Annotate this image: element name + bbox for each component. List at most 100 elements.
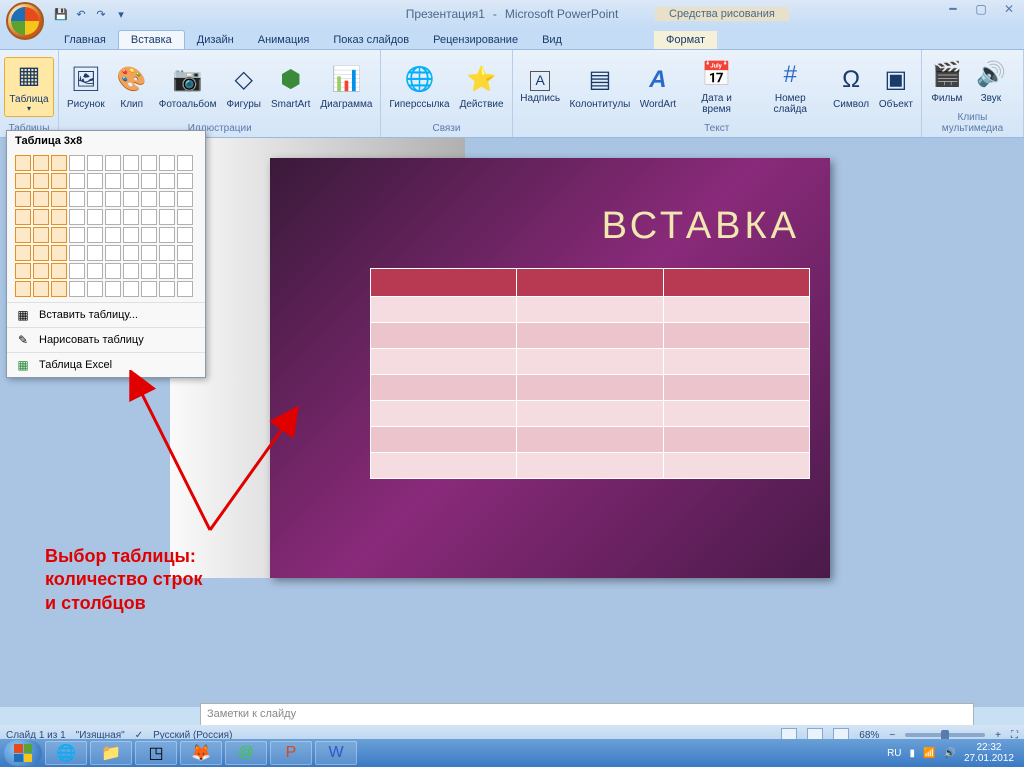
table-grid-cell[interactable] bbox=[159, 227, 175, 243]
excel-table-menuitem[interactable]: ▦Таблица Excel bbox=[7, 352, 205, 377]
tray-clock[interactable]: 22:32 27.01.2012 bbox=[964, 742, 1014, 764]
table-grid-cell[interactable] bbox=[141, 155, 157, 171]
tray-lang[interactable]: RU bbox=[887, 748, 901, 759]
table-grid-cell[interactable] bbox=[105, 209, 121, 225]
table-grid-cell[interactable] bbox=[51, 155, 67, 171]
close-button[interactable]: ✕ bbox=[998, 2, 1020, 18]
table-grid-cell[interactable] bbox=[177, 191, 193, 207]
tab-view[interactable]: Вид bbox=[530, 31, 574, 49]
object-button[interactable]: ▣Объект bbox=[875, 63, 917, 112]
start-button[interactable] bbox=[4, 740, 42, 766]
table-grid-cell[interactable] bbox=[123, 227, 139, 243]
table-grid-cell[interactable] bbox=[51, 281, 67, 297]
table-grid-cell[interactable] bbox=[51, 173, 67, 189]
office-button[interactable] bbox=[6, 2, 44, 40]
table-grid-cell[interactable] bbox=[69, 281, 85, 297]
table-grid-cell[interactable] bbox=[159, 155, 175, 171]
table-grid-cell[interactable] bbox=[87, 281, 103, 297]
table-grid-cell[interactable] bbox=[141, 263, 157, 279]
table-grid-cell[interactable] bbox=[69, 209, 85, 225]
table-grid-cell[interactable] bbox=[159, 281, 175, 297]
table-grid-cell[interactable] bbox=[33, 281, 49, 297]
table-grid-cell[interactable] bbox=[105, 245, 121, 261]
table-grid-cell[interactable] bbox=[87, 263, 103, 279]
table-grid-cell[interactable] bbox=[51, 191, 67, 207]
table-grid-cell[interactable] bbox=[33, 245, 49, 261]
table-grid-cell[interactable] bbox=[123, 173, 139, 189]
table-grid-cell[interactable] bbox=[69, 227, 85, 243]
table-grid-cell[interactable] bbox=[105, 191, 121, 207]
table-grid-cell[interactable] bbox=[15, 227, 31, 243]
hyperlink-button[interactable]: 🌐Гиперссылка bbox=[385, 63, 453, 112]
datetime-button[interactable]: 📅Дата и время bbox=[682, 57, 751, 117]
table-grid-cell[interactable] bbox=[141, 245, 157, 261]
action-button[interactable]: ⭐Действие bbox=[456, 63, 508, 112]
table-grid-cell[interactable] bbox=[105, 281, 121, 297]
table-grid-cell[interactable] bbox=[15, 245, 31, 261]
draw-table-menuitem[interactable]: ✎Нарисовать таблицу bbox=[7, 327, 205, 352]
table-grid-cell[interactable] bbox=[51, 209, 67, 225]
table-grid-cell[interactable] bbox=[33, 191, 49, 207]
taskbar-word[interactable]: W bbox=[315, 741, 357, 765]
table-grid-cell[interactable] bbox=[159, 209, 175, 225]
table-button[interactable]: ▦ Таблица▾ bbox=[4, 57, 54, 117]
table-grid-cell[interactable] bbox=[15, 155, 31, 171]
table-grid-cell[interactable] bbox=[123, 245, 139, 261]
photoalbum-button[interactable]: 📷Фотоальбом bbox=[155, 63, 221, 112]
table-grid-cell[interactable] bbox=[33, 173, 49, 189]
table-grid-cell[interactable] bbox=[141, 209, 157, 225]
table-grid-cell[interactable] bbox=[105, 155, 121, 171]
table-grid-cell[interactable] bbox=[105, 263, 121, 279]
table-size-grid[interactable] bbox=[7, 151, 205, 302]
table-grid-cell[interactable] bbox=[177, 155, 193, 171]
table-grid-cell[interactable] bbox=[33, 263, 49, 279]
save-icon[interactable]: 💾 bbox=[52, 5, 70, 23]
clip-button[interactable]: 🎨Клип bbox=[111, 63, 153, 112]
table-grid-cell[interactable] bbox=[177, 173, 193, 189]
tray-network-icon[interactable]: 📶 bbox=[923, 748, 935, 759]
redo-icon[interactable]: ↷ bbox=[92, 5, 110, 23]
taskbar-explorer[interactable]: 📁 bbox=[90, 741, 132, 765]
table-grid-cell[interactable] bbox=[33, 227, 49, 243]
table-grid-cell[interactable] bbox=[159, 173, 175, 189]
taskbar-app1[interactable]: ◳ bbox=[135, 741, 177, 765]
notes-pane[interactable]: Заметки к слайду bbox=[200, 703, 974, 727]
table-grid-cell[interactable] bbox=[177, 281, 193, 297]
table-grid-cell[interactable] bbox=[87, 209, 103, 225]
tab-home[interactable]: Главная bbox=[52, 31, 118, 49]
tab-format[interactable]: Формат bbox=[654, 31, 717, 49]
table-grid-cell[interactable] bbox=[69, 155, 85, 171]
table-grid-cell[interactable] bbox=[177, 209, 193, 225]
headerfooter-button[interactable]: ▤Колонтитулы bbox=[566, 63, 634, 112]
tab-insert[interactable]: Вставка bbox=[118, 30, 185, 49]
table-grid-cell[interactable] bbox=[123, 191, 139, 207]
table-grid-cell[interactable] bbox=[141, 227, 157, 243]
tab-animation[interactable]: Анимация bbox=[246, 31, 322, 49]
table-grid-cell[interactable] bbox=[15, 281, 31, 297]
taskbar-powerpoint[interactable]: P bbox=[270, 741, 312, 765]
slidenum-button[interactable]: #Номер слайда bbox=[753, 57, 827, 117]
table-grid-cell[interactable] bbox=[141, 173, 157, 189]
inserted-table[interactable] bbox=[370, 268, 810, 479]
zoom-slider[interactable] bbox=[905, 733, 985, 737]
table-grid-cell[interactable] bbox=[177, 263, 193, 279]
undo-icon[interactable]: ↶ bbox=[72, 5, 90, 23]
table-grid-cell[interactable] bbox=[51, 227, 67, 243]
table-grid-cell[interactable] bbox=[15, 191, 31, 207]
minimize-button[interactable]: ━ bbox=[942, 2, 964, 18]
table-grid-cell[interactable] bbox=[123, 155, 139, 171]
taskbar-app2[interactable]: @ bbox=[225, 741, 267, 765]
table-grid-cell[interactable] bbox=[69, 191, 85, 207]
table-grid-cell[interactable] bbox=[69, 245, 85, 261]
table-grid-cell[interactable] bbox=[87, 227, 103, 243]
tab-design[interactable]: Дизайн bbox=[185, 31, 246, 49]
maximize-button[interactable]: ▢ bbox=[970, 2, 992, 18]
movie-button[interactable]: 🎬Фильм bbox=[926, 57, 968, 106]
table-grid-cell[interactable] bbox=[51, 245, 67, 261]
table-grid-cell[interactable] bbox=[159, 191, 175, 207]
table-grid-cell[interactable] bbox=[69, 173, 85, 189]
table-grid-cell[interactable] bbox=[87, 191, 103, 207]
table-grid-cell[interactable] bbox=[15, 263, 31, 279]
table-grid-cell[interactable] bbox=[69, 263, 85, 279]
table-grid-cell[interactable] bbox=[177, 227, 193, 243]
